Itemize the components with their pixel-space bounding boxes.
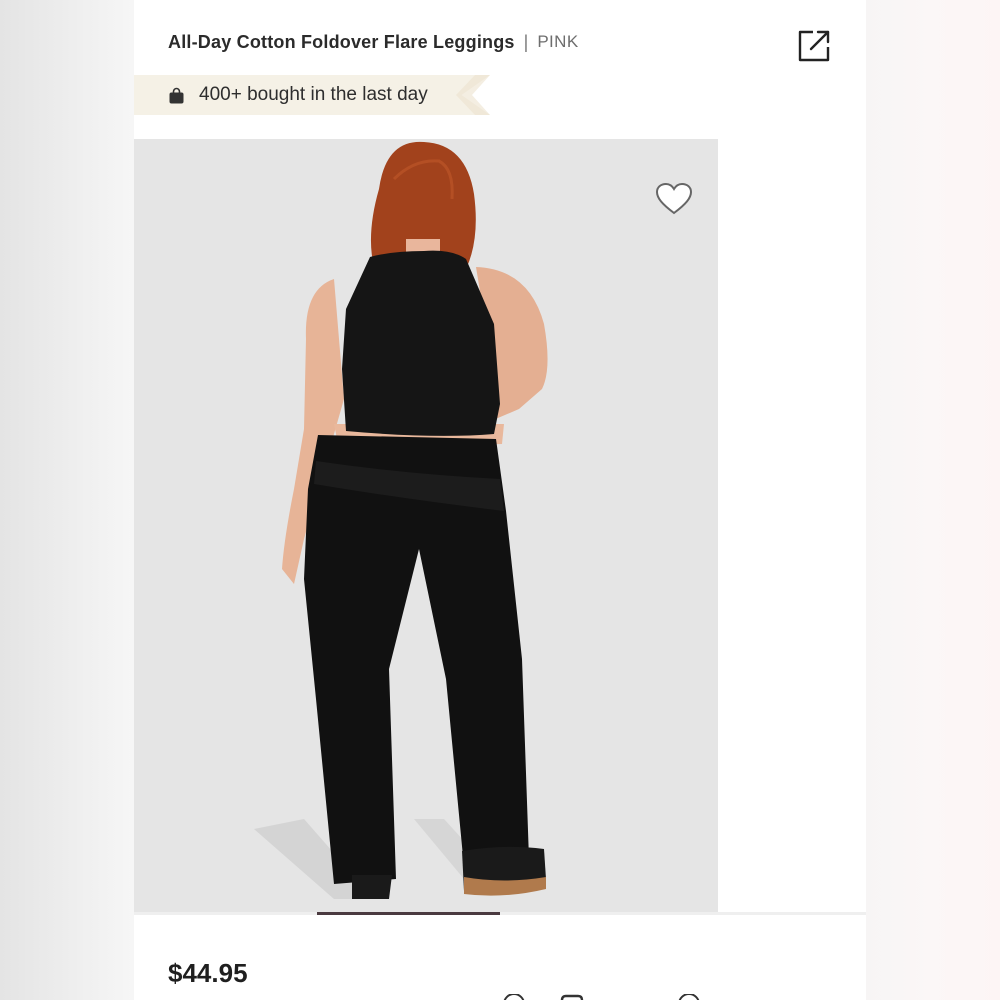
gallery-scroll-indicator[interactable] (317, 912, 500, 915)
heart-icon (655, 182, 693, 215)
social-proof-content: 400+ bought in the last day (168, 75, 428, 115)
circle-icon[interactable] (502, 994, 526, 1000)
favorite-button[interactable] (655, 182, 693, 216)
info-icon[interactable] (677, 994, 701, 1000)
shopping-bag-icon (169, 87, 184, 103)
product-price: $44.95 (168, 958, 248, 988)
product-image[interactable] (134, 139, 718, 912)
share-icon (798, 30, 830, 62)
social-proof-text: 400+ bought in the last day (199, 84, 428, 105)
product-photo (134, 139, 718, 912)
share-button[interactable] (797, 29, 831, 63)
product-header: All-Day Cotton Foldover Flare Leggings |… (168, 30, 579, 54)
product-page: All-Day Cotton Foldover Flare Leggings |… (134, 0, 866, 1000)
brand-link[interactable]: PINK (537, 32, 578, 52)
product-title: All-Day Cotton Foldover Flare Leggings (168, 31, 515, 52)
gallery-scroll-track (134, 912, 866, 915)
title-separator: | (523, 31, 529, 52)
square-icon[interactable] (560, 994, 584, 1000)
